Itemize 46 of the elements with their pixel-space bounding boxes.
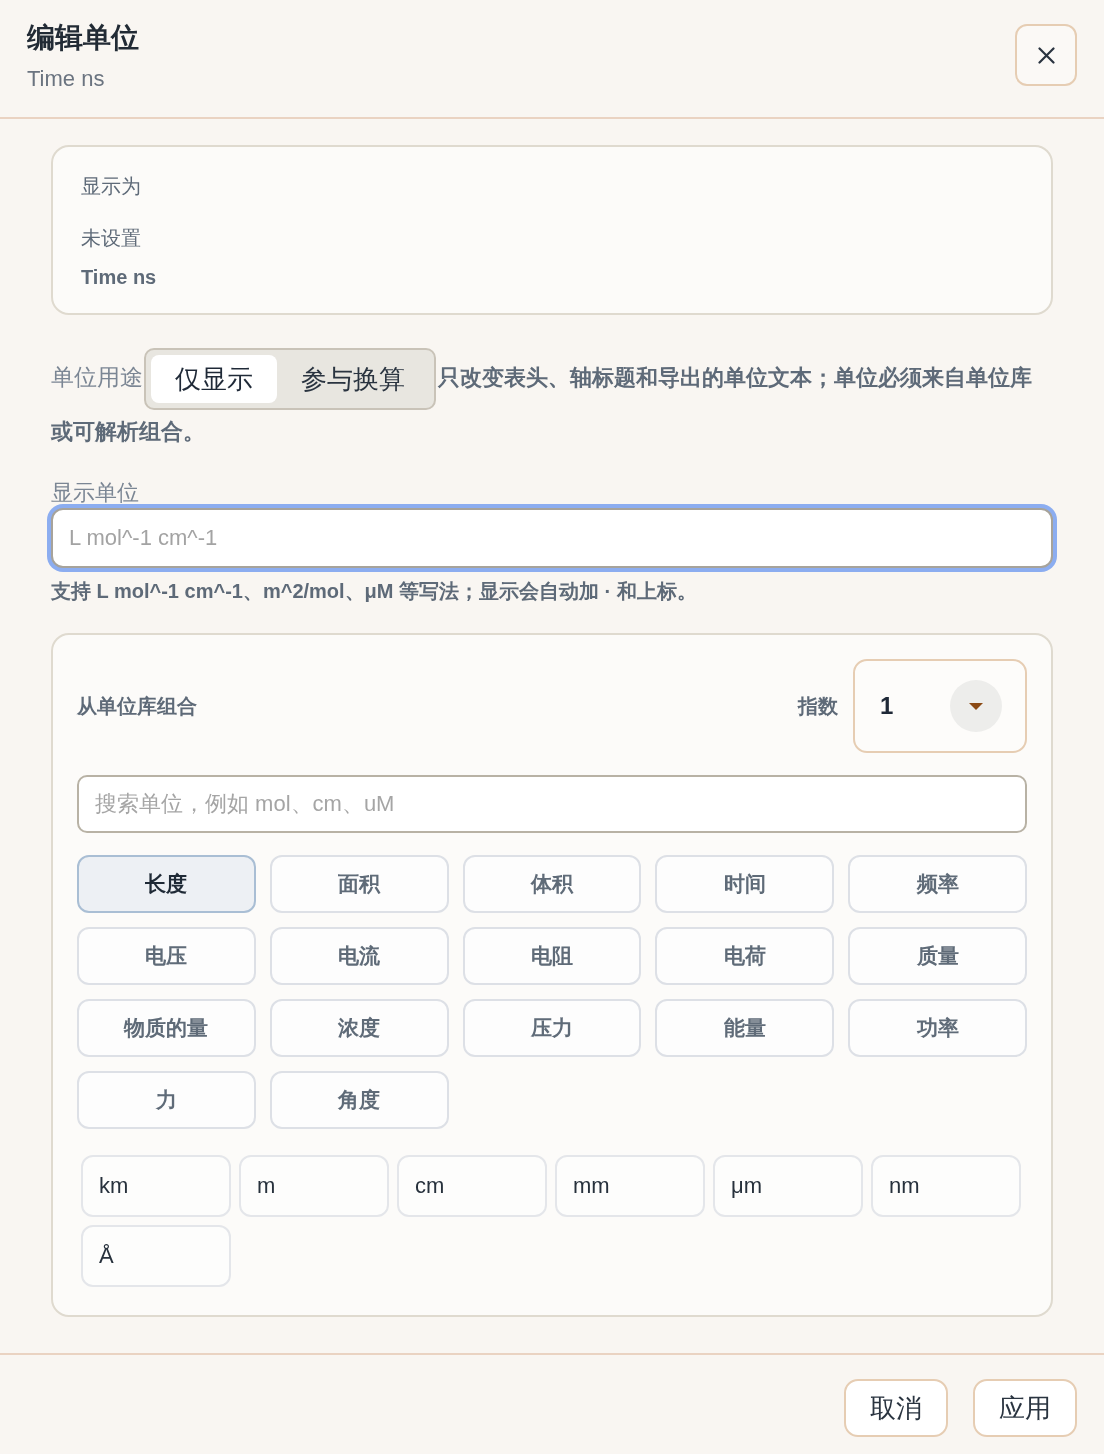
exponent-select[interactable]: 1 bbox=[853, 659, 1027, 754]
category-button[interactable]: 电压 bbox=[77, 927, 256, 986]
unit-usage-label: 单位用途 bbox=[51, 364, 143, 390]
category-button[interactable]: 电阻 bbox=[462, 927, 642, 986]
category-button[interactable]: 力 bbox=[77, 1071, 256, 1130]
category-button[interactable]: 角度 bbox=[269, 1071, 449, 1130]
unit-option[interactable]: cm bbox=[397, 1155, 547, 1218]
category-button[interactable]: 压力 bbox=[462, 999, 642, 1058]
category-button[interactable]: 面积 bbox=[269, 855, 449, 914]
category-button[interactable]: 功率 bbox=[848, 999, 1027, 1058]
caret-icon bbox=[950, 680, 1002, 733]
display-unit-input[interactable]: L mol^-1 cm^-1 bbox=[51, 508, 1053, 569]
usage-note: 只改变表头、轴标题和导出的单位文本；单位必须来自单位库 bbox=[438, 365, 1032, 390]
preview-heading: 显示为 bbox=[81, 174, 141, 199]
dialog-title: 编辑单位 bbox=[27, 21, 139, 55]
category-button[interactable]: 物质的量 bbox=[77, 999, 256, 1058]
category-button[interactable]: 时间 bbox=[655, 855, 835, 914]
category-button[interactable]: 能量 bbox=[655, 999, 835, 1058]
unit-option[interactable]: μm bbox=[713, 1155, 863, 1218]
category-button[interactable]: 长度 bbox=[77, 855, 256, 914]
library-title: 从单位库组合 bbox=[77, 693, 197, 719]
usage-note: 或可解析组合。 bbox=[51, 418, 205, 447]
preview-value: Time ns bbox=[81, 265, 157, 290]
unit-option[interactable]: mm bbox=[555, 1155, 705, 1218]
unit-search-input[interactable]: 搜索单位，例如 mol、cm、uM bbox=[77, 775, 1027, 834]
category-button[interactable]: 电流 bbox=[269, 927, 449, 986]
preview-status: 未设置 bbox=[81, 226, 141, 251]
category-button[interactable]: 电荷 bbox=[655, 927, 835, 986]
category-button[interactable]: 质量 bbox=[848, 927, 1027, 986]
close-button[interactable] bbox=[1015, 24, 1077, 86]
close-icon bbox=[1037, 46, 1055, 64]
display-unit-hint: 支持 L mol^-1 cm^-1、m^2/mol、μM 等写法；显示会自动加 · 和上标。 bbox=[51, 579, 697, 605]
apply-button[interactable]: 应用 bbox=[973, 1379, 1077, 1437]
cancel-button[interactable]: 取消 bbox=[844, 1379, 948, 1437]
display-unit-label: 显示单位 bbox=[51, 479, 139, 508]
usage-option[interactable]: 参与换算 bbox=[277, 355, 429, 404]
category-button[interactable]: 频率 bbox=[848, 855, 1027, 914]
usage-option[interactable]: 仅显示 bbox=[151, 355, 277, 404]
unit-option[interactable]: m bbox=[239, 1155, 389, 1218]
unit-option[interactable]: Å bbox=[81, 1225, 231, 1288]
category-button[interactable]: 浓度 bbox=[269, 999, 449, 1058]
unit-option[interactable]: nm bbox=[871, 1155, 1021, 1218]
unit-option[interactable]: km bbox=[81, 1155, 231, 1218]
exponent-label: 指数 bbox=[798, 693, 838, 719]
dialog-subtitle: Time ns bbox=[27, 65, 106, 93]
category-button[interactable]: 体积 bbox=[462, 855, 642, 914]
